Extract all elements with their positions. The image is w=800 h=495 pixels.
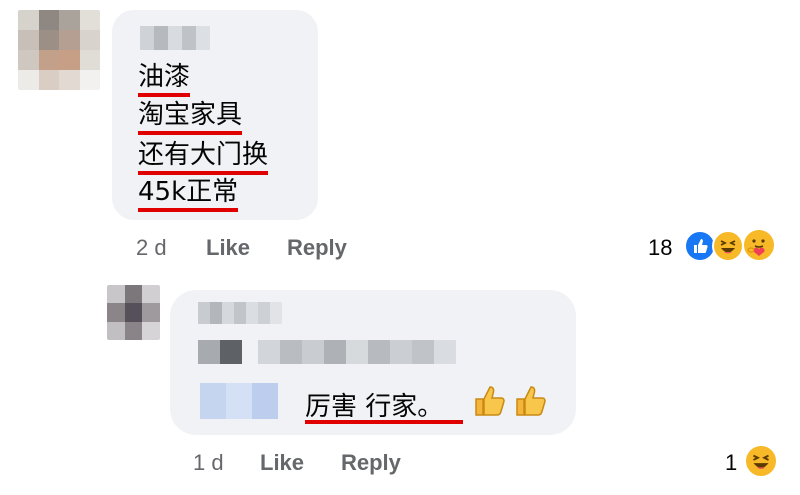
reply-like-button[interactable]: Like — [260, 450, 304, 476]
haha-icon[interactable] — [744, 444, 778, 478]
comment-line-4: 45k正常 — [138, 177, 239, 212]
commenter-avatar[interactable] — [18, 10, 100, 90]
replier-name-redacted[interactable] — [198, 302, 282, 324]
comment-reaction-count[interactable]: 18 — [648, 235, 672, 261]
comment-timestamp[interactable]: 2 d — [136, 235, 167, 261]
reply-text: 厉害 行家。 — [305, 392, 444, 422]
care-icon[interactable] — [742, 228, 776, 262]
thumbs-up-icon — [475, 386, 505, 416]
commenter-name-redacted[interactable] — [140, 26, 210, 50]
reply-timestamp[interactable]: 1 d — [193, 450, 224, 476]
comment-reply-button[interactable]: Reply — [287, 235, 347, 261]
comment-like-button[interactable]: Like — [206, 235, 250, 261]
comment-line-2: 淘宝家具 — [138, 100, 243, 135]
thumbs-up-icon — [516, 386, 546, 416]
replier-avatar[interactable] — [107, 285, 160, 340]
comment-line-1: 油漆 — [138, 62, 191, 97]
comment-line-3: 还有大门换 — [138, 140, 269, 175]
reply-mention-redacted[interactable] — [198, 340, 456, 364]
reply-tag-redacted[interactable] — [200, 383, 278, 419]
reply-text-underline — [305, 420, 463, 424]
reply-reaction-count[interactable]: 1 — [725, 450, 737, 476]
haha-icon[interactable] — [712, 230, 744, 262]
reply-reply-button[interactable]: Reply — [341, 450, 401, 476]
